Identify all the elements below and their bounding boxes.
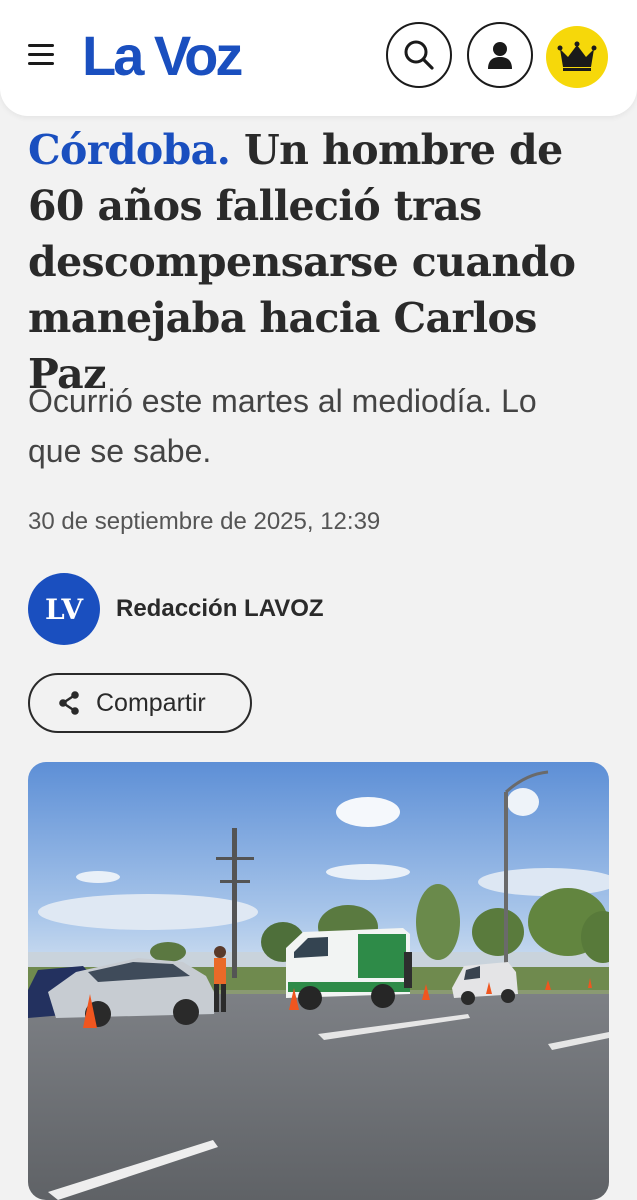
author-avatar[interactable]: LV [28,573,100,645]
search-button[interactable] [386,22,452,88]
site-header: La Voz [0,0,637,116]
search-icon [404,40,434,70]
premium-button[interactable] [546,26,608,88]
article-photo[interactable] [28,762,609,1200]
menu-icon[interactable] [28,44,56,68]
crown-icon [557,41,597,71]
article-headline: Córdoba. Un hombre de 60 años falleció t… [28,122,618,402]
user-button[interactable] [467,22,533,88]
site-logo[interactable]: La Voz [82,24,243,88]
author-byline: LV Redacción LAVOZ [28,573,324,645]
publish-date: 30 de septiembre de 2025, 12:39 [28,508,381,535]
roadside-scene-image [28,762,609,1200]
share-icon [59,691,79,715]
page: La Voz Córdoba. Un hombre de 60 años fal… [0,0,637,1200]
author-name[interactable]: Redacción LAVOZ [116,595,324,623]
share-label: Compartir [96,688,206,717]
user-icon [488,42,512,69]
share-button[interactable]: Compartir [28,673,252,733]
article-subheadline: Ocurrió este martes al mediodía. Lo que … [28,383,537,469]
headline-kicker: Córdoba. [28,126,231,174]
